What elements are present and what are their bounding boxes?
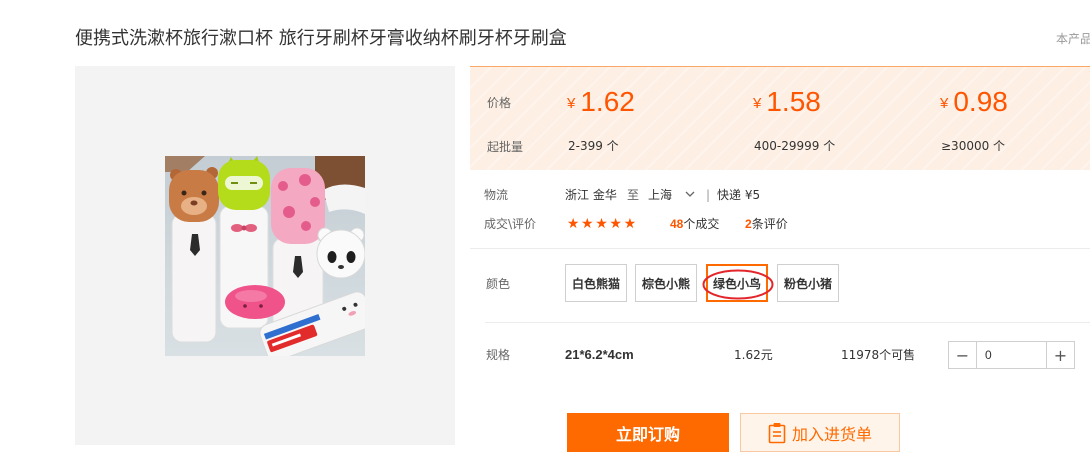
add-to-purchase-list-label: 加入进货单: [791, 424, 872, 444]
stock-available: 11978个可售: [841, 348, 916, 362]
price-panel: 价格 起批量 ¥1.62 ¥1.58 ¥0.98 2-399 个 400-299…: [470, 66, 1090, 170]
moq-label: 起批量: [487, 140, 524, 154]
star-icon: ★: [595, 216, 608, 232]
star-icon: ★: [609, 216, 622, 232]
star-icon: ★: [566, 216, 580, 232]
color-option-white-panda[interactable]: 白色熊猫: [565, 264, 627, 302]
reviews-count: 2: [745, 217, 752, 231]
add-to-purchase-list-button[interactable]: 加入进货单: [740, 413, 900, 452]
deals-link[interactable]: 48个成交: [670, 216, 719, 232]
divider: [485, 322, 1090, 323]
quantity-stepper: − 0 +: [948, 341, 1075, 369]
spec-label: 规格: [486, 348, 511, 362]
product-detail-page: 便携式洗漱杯旅行漱口杯 旅行牙刷杯牙膏收纳杯刷牙杯牙刷盒 本产品 价格 起批量 …: [0, 0, 1090, 467]
shipping-fee: 快递 ¥5: [717, 188, 761, 202]
reviews-link[interactable]: 2条评价: [745, 216, 788, 232]
currency-symbol: ¥: [940, 95, 949, 112]
star-rating: ★ ★ ★ ★ ★: [566, 215, 637, 233]
tier-price: ¥1.62: [567, 85, 635, 124]
tier-range: ≥30000 个: [941, 139, 1006, 153]
price-value: 1.58: [766, 86, 821, 117]
product-image[interactable]: [165, 156, 365, 356]
side-note-link[interactable]: 本产品: [1056, 31, 1090, 47]
price-label: 价格: [487, 96, 512, 110]
currency-symbol: ¥: [753, 95, 762, 112]
separator: |: [706, 188, 711, 202]
tier-range: 2-399 个: [568, 139, 619, 153]
deals-count: 48: [670, 217, 684, 231]
star-icon: ★: [623, 216, 637, 232]
logistics-label: 物流: [484, 188, 509, 202]
decrease-quantity-button[interactable]: −: [949, 342, 976, 368]
price-value: 0.98: [953, 86, 1008, 117]
reviews-label: 成交\评价: [484, 217, 537, 231]
reviews-suffix: 条评价: [751, 217, 788, 231]
divider: [470, 248, 1090, 249]
product-gallery: [75, 66, 455, 445]
chevron-down-icon[interactable]: [685, 191, 695, 198]
increase-quantity-button[interactable]: +: [1047, 342, 1074, 368]
tier-price: ¥1.58: [753, 85, 821, 124]
spec-size: 21*6.2*4cm: [565, 347, 634, 362]
tier-price: ¥0.98: [940, 85, 1008, 124]
buy-now-label: 立即订购: [615, 424, 680, 444]
unit-price: 1.62元: [734, 348, 773, 362]
price-value: 1.62: [580, 86, 635, 117]
color-label: 颜色: [486, 277, 511, 291]
tier-range: 400-29999 个: [754, 139, 836, 153]
buy-now-button[interactable]: 立即订购: [567, 413, 729, 452]
color-option-green-bird[interactable]: 绿色小鸟: [706, 264, 768, 302]
clipboard-icon: [768, 422, 786, 443]
ship-from: 浙江 金华: [565, 188, 617, 202]
ship-to-select[interactable]: 上海: [648, 187, 672, 203]
product-title: 便携式洗漱杯旅行漱口杯 旅行牙刷杯牙膏收纳杯刷牙杯牙刷盒: [75, 28, 567, 49]
color-option-brown-bear[interactable]: 棕色小熊: [635, 264, 697, 302]
deals-suffix: 个成交: [683, 217, 720, 231]
ship-to-word: 至: [627, 188, 640, 202]
star-icon: ★: [581, 216, 594, 232]
quantity-input[interactable]: 0: [976, 342, 1047, 368]
currency-symbol: ¥: [567, 95, 576, 112]
color-option-pink-pig[interactable]: 粉色小猪: [777, 264, 839, 302]
